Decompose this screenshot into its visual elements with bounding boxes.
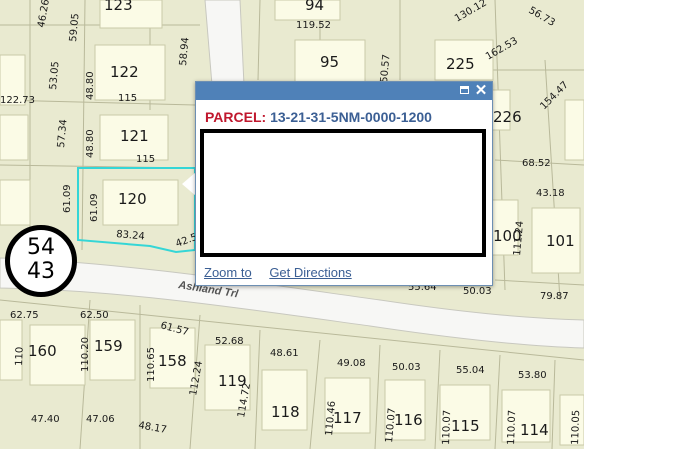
dimension-label: 110.05: [570, 410, 582, 445]
dimension-label: 110.20: [80, 337, 91, 372]
lot-number: 158: [158, 352, 187, 370]
dimension-label: 62.75: [10, 310, 39, 321]
dimension-label: 115: [118, 93, 137, 104]
badge-bottom-number: 43: [27, 259, 55, 284]
zoom-to-link[interactable]: Zoom to: [204, 265, 252, 280]
dimension-label: 110.07: [506, 410, 518, 445]
dimension-label: 48.61: [270, 348, 299, 359]
dimension-label: 50.03: [392, 362, 421, 373]
dimension-label: 61.09: [62, 184, 73, 213]
sheet-badge: 54 43: [5, 225, 77, 297]
dimension-label: 110.07: [441, 410, 453, 445]
lot-number: 95: [320, 53, 339, 71]
dimension-label: 53.80: [518, 370, 547, 381]
dimension-label: 61.09: [89, 193, 100, 222]
lot-number: 120: [118, 190, 147, 208]
parcel-heading: PARCEL: 13-21-31-5NM-0000-1200: [205, 109, 432, 125]
dimension-label: 68.52: [522, 158, 551, 169]
popup-pointer: [182, 172, 196, 196]
close-icon[interactable]: ✕: [473, 83, 489, 99]
lot-number: 116: [394, 411, 423, 429]
dimension-label: 48.80: [85, 129, 96, 158]
dimension-label: 62.50: [80, 310, 109, 321]
lot-number: 226: [493, 108, 522, 126]
dimension-label: 110.65: [146, 347, 157, 382]
dimension-label: 115: [136, 154, 155, 165]
lot-number: 159: [94, 337, 123, 355]
lot-number: 101: [546, 232, 575, 250]
lot-number: 94: [305, 0, 324, 14]
dimension-label: 43.18: [536, 188, 565, 199]
lot-number: 114: [520, 421, 549, 439]
dimension-label: 48.80: [85, 71, 96, 100]
parcel-label: PARCEL:: [205, 109, 267, 125]
dimension-label: 52.68: [215, 336, 244, 347]
dimension-label: 55.04: [456, 365, 485, 376]
popup-actions: Zoom to Get Directions: [204, 265, 366, 280]
dimension-label: 79.87: [540, 291, 569, 302]
dimension-label: 49.08: [337, 358, 366, 369]
lot-number: 225: [446, 55, 475, 73]
maximize-icon[interactable]: [456, 83, 472, 99]
lot-number: 115: [451, 417, 480, 435]
dimension-label: 110: [14, 347, 26, 366]
badge-top-number: 54: [27, 235, 55, 260]
dimension-label: 50.03: [463, 286, 492, 297]
popup-titlebar: ✕: [196, 82, 492, 100]
parcel-id: 13-21-31-5NM-0000-1200: [270, 109, 432, 125]
get-directions-link[interactable]: Get Directions: [269, 265, 351, 280]
dimension-label: 119.52: [296, 20, 331, 31]
dimension-label: 122.73: [0, 95, 35, 106]
dimension-label: 47.40: [31, 414, 60, 425]
parcel-popup: ✕ PARCEL: 13-21-31-5NM-0000-1200 Zoom to…: [195, 81, 493, 286]
lot-number: 121: [120, 127, 149, 145]
lot-number: 117: [333, 409, 362, 427]
popup-content-frame: [200, 129, 486, 257]
lot-number: 122: [110, 63, 139, 81]
dimension-label: 47.06: [86, 414, 115, 425]
lot-number: 123: [104, 0, 133, 14]
lot-number: 160: [28, 342, 57, 360]
lot-number: 118: [271, 403, 300, 421]
